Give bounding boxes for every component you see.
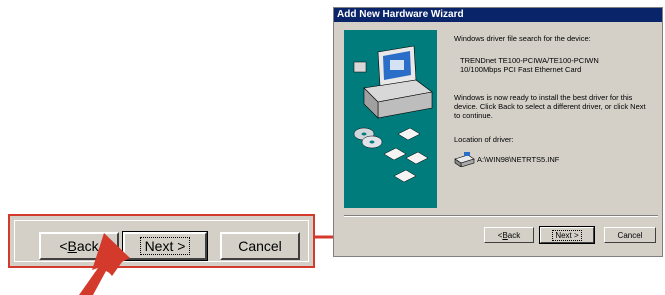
dialog-divider	[344, 215, 658, 217]
next-button[interactable]: Next >	[539, 226, 595, 244]
pointer-arrow-icon	[79, 233, 130, 295]
cd-disk-icon	[353, 127, 383, 149]
wizard-graphic	[344, 30, 437, 208]
computer-icon	[353, 45, 433, 119]
search-intro-text: Windows driver file search for the devic…	[454, 34, 591, 43]
driver-path-text: A:\WIN98\NETRTS5.INF	[477, 155, 560, 164]
location-label: Location of driver:	[454, 135, 514, 144]
back-button[interactable]: < Back	[484, 227, 534, 243]
drive-icon	[454, 152, 475, 167]
next-label: Next >	[552, 229, 582, 241]
cancel-button[interactable]: Cancel	[604, 227, 656, 243]
cancel-label: Cancel	[617, 230, 643, 240]
back-rest: ack	[507, 230, 521, 240]
device-name-line2: 10/100Mbps PCI Fast Ethernet Card	[460, 65, 582, 74]
floppy-disk-icon	[383, 127, 429, 183]
wizard-illustration	[353, 45, 433, 183]
add-hardware-wizard-dialog: Add New Hardware Wizard Windows driver f…	[333, 7, 663, 257]
dialog-title: Add New Hardware Wizard	[334, 8, 662, 22]
ready-text-line3: to continue.	[454, 111, 493, 120]
